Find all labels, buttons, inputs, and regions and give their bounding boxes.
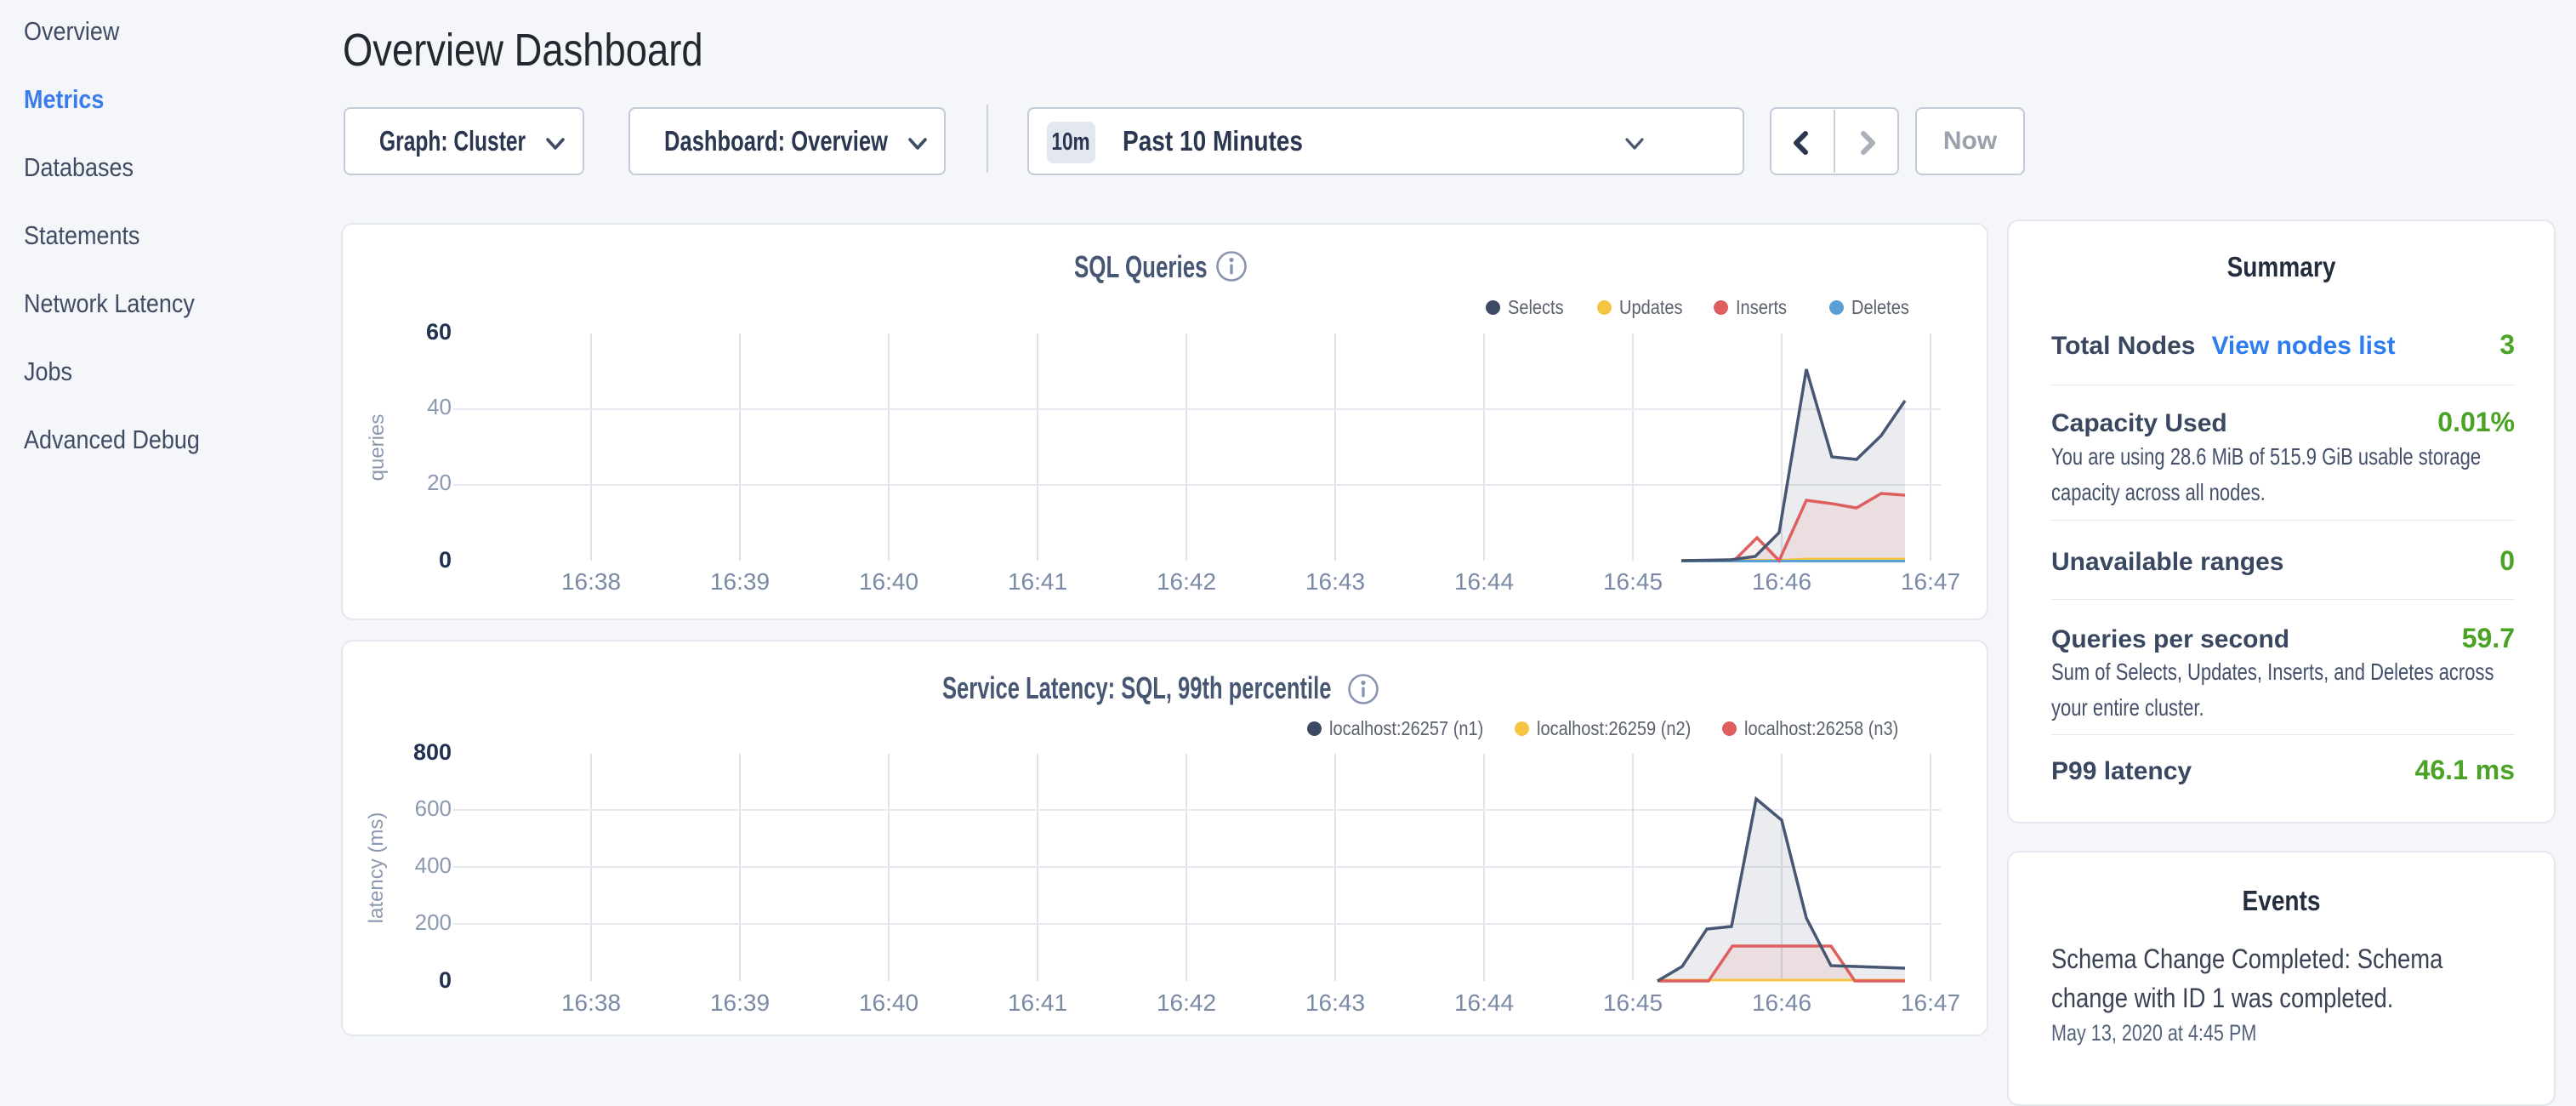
svg-text:16:43: 16:43 xyxy=(1305,568,1365,595)
svg-text:queries: queries xyxy=(366,414,389,482)
svg-text:0: 0 xyxy=(439,967,452,993)
svg-text:0: 0 xyxy=(439,547,452,573)
svg-text:16:42: 16:42 xyxy=(1157,989,1216,1016)
svg-text:20: 20 xyxy=(427,470,452,495)
svg-text:latency (ms): latency (ms) xyxy=(365,812,388,924)
svg-text:16:44: 16:44 xyxy=(1454,568,1514,595)
svg-text:16:46: 16:46 xyxy=(1752,989,1811,1016)
svg-text:16:39: 16:39 xyxy=(710,989,770,1016)
svg-text:16:38: 16:38 xyxy=(561,568,621,595)
svg-text:16:44: 16:44 xyxy=(1454,989,1514,1016)
svg-text:60: 60 xyxy=(426,319,452,345)
svg-text:16:46: 16:46 xyxy=(1752,568,1811,595)
svg-text:16:47: 16:47 xyxy=(1901,568,1960,595)
svg-text:16:43: 16:43 xyxy=(1305,989,1365,1016)
svg-text:16:42: 16:42 xyxy=(1157,568,1216,595)
svg-text:200: 200 xyxy=(415,909,452,935)
svg-text:16:39: 16:39 xyxy=(710,568,770,595)
svg-text:16:38: 16:38 xyxy=(561,989,621,1016)
svg-text:16:41: 16:41 xyxy=(1008,989,1067,1016)
svg-text:40: 40 xyxy=(427,394,452,419)
svg-text:16:45: 16:45 xyxy=(1603,989,1663,1016)
svg-text:16:45: 16:45 xyxy=(1603,568,1663,595)
svg-text:16:47: 16:47 xyxy=(1901,989,1960,1016)
svg-text:800: 800 xyxy=(413,739,452,765)
svg-text:16:41: 16:41 xyxy=(1008,568,1067,595)
svg-text:16:40: 16:40 xyxy=(859,989,918,1016)
svg-text:600: 600 xyxy=(415,795,452,821)
svg-text:400: 400 xyxy=(415,852,452,878)
svg-text:16:40: 16:40 xyxy=(859,568,918,595)
